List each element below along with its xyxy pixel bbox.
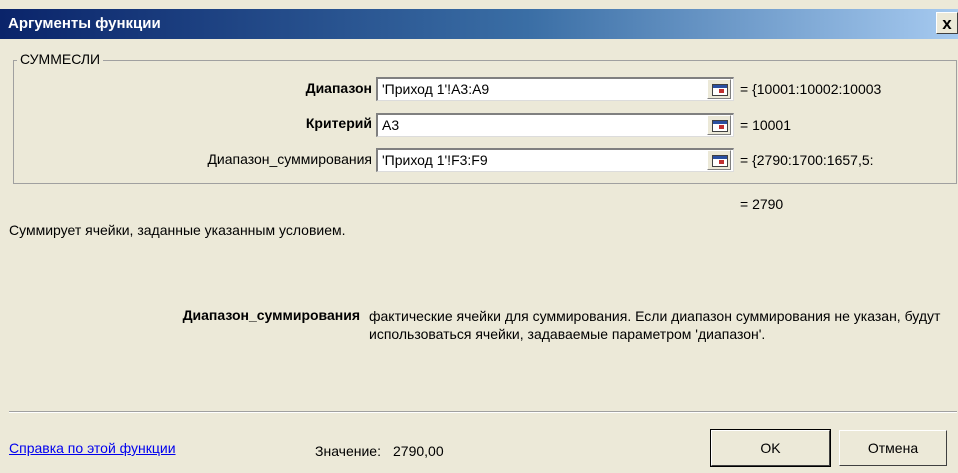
range-input[interactable]: 'Приход 1'!A3:A9 — [376, 77, 734, 101]
collapse-dialog-icon — [712, 120, 728, 132]
criteria-collapse-button[interactable] — [707, 115, 731, 135]
arg-label-criteria: Критерий — [305, 115, 372, 131]
ok-button[interactable]: OK — [710, 429, 831, 467]
help-link[interactable]: Справка по этой функции — [9, 440, 176, 456]
sum-range-result: = {2790:1700:1657,5: — [740, 152, 874, 168]
function-arguments-dialog: Аргументы функции x СУММЕСЛИ Диапазон 'П… — [0, 0, 958, 473]
sum-range-input[interactable]: 'Приход 1'!F3:F9 — [376, 148, 734, 172]
argument-help-name: Диапазон_суммирования — [182, 307, 360, 323]
sum-range-collapse-button[interactable] — [707, 150, 731, 170]
formula-result: = 2790 — [740, 196, 784, 212]
criteria-input[interactable]: A3 — [376, 113, 734, 137]
function-name-label: СУММЕСЛИ — [17, 51, 104, 67]
close-button[interactable]: x — [936, 12, 958, 34]
argument-help-text: фактические ячейки для суммирования. Есл… — [369, 308, 941, 342]
window-title: Аргументы функции — [8, 15, 161, 32]
value-label: Значение: — [315, 443, 381, 459]
arg-label-range: Диапазон — [305, 80, 372, 96]
arg-label-sum-range: Диапазон_суммирования — [207, 151, 372, 167]
function-description: Суммирует ячейки, заданные указанным усл… — [9, 222, 346, 238]
title-bar[interactable]: Аргументы функции x — [0, 9, 958, 39]
criteria-result: = 10001 — [740, 117, 791, 133]
collapse-dialog-icon — [712, 84, 728, 96]
collapse-dialog-icon — [712, 155, 728, 167]
separator — [9, 411, 957, 413]
value-text: 2790,00 — [393, 443, 444, 459]
range-collapse-button[interactable] — [707, 79, 731, 99]
range-result: = {10001:10002:10003 — [740, 81, 882, 97]
cancel-button[interactable]: Отмена — [839, 430, 947, 466]
